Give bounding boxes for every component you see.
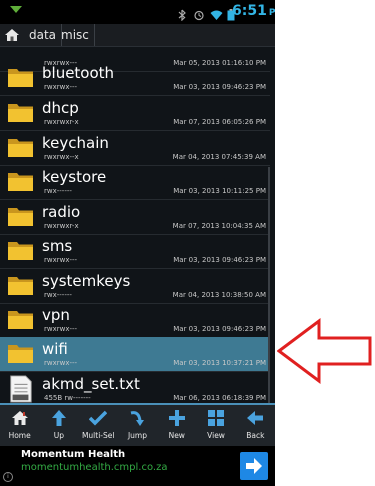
list-item[interactable]: keystore rwx------ Mar 03, 2013 10:11:25… [0, 165, 270, 200]
view-label: View [207, 431, 225, 440]
file-permissions: rwxrwx--- [44, 256, 78, 264]
list-item[interactable]: sms rwxrwx--- Mar 03, 2013 09:46:23 PM [0, 234, 270, 269]
ad-title[interactable]: Momentum Health [21, 449, 125, 460]
status-icons [176, 5, 239, 22]
file-permissions: 455B rw------- [44, 394, 91, 402]
list-item[interactable]: radio rwxrwxr-x Mar 07, 2013 10:04:35 AM [0, 200, 270, 235]
alarm-icon [193, 6, 205, 21]
file-name: vpn [42, 306, 70, 324]
list-item[interactable]: systemkeys rwx------ Mar 04, 2013 10:38:… [0, 269, 270, 304]
arrow-up-icon [51, 410, 66, 426]
clock-ampm: PM [268, 8, 275, 18]
file-date: Mar 03, 2013 09:46:23 PM [173, 325, 266, 333]
list-item[interactable]: bluetooth rwxrwx--- Mar 03, 2013 09:46:2… [0, 61, 270, 96]
ad-open-button[interactable] [240, 452, 268, 480]
folder-icon [8, 69, 33, 87]
file-date: Mar 06, 2013 06:18:39 PM [173, 394, 266, 402]
home-icon [11, 411, 28, 425]
file-permissions: rwxrwx--- [44, 359, 78, 367]
ad-url[interactable]: momentumhealth.cmpl.co.za [21, 462, 167, 473]
list-item[interactable]: dhcp rwxrwxr-x Mar 07, 2013 06:05:26 PM [0, 96, 270, 131]
folder-icon [8, 345, 33, 363]
bottom-toolbar: Home Up Multi-Sel Jump New View Back [0, 403, 275, 446]
clock-time: 6:51 [232, 3, 267, 19]
folder-icon [8, 173, 33, 191]
folder-icon [8, 311, 33, 329]
folder-icon [8, 208, 33, 226]
file-name: radio [42, 203, 81, 221]
folder-icon [8, 242, 33, 260]
file-permissions: rwxrwx--- [44, 325, 78, 333]
file-permissions: rwx------ [44, 291, 72, 299]
folder-icon [8, 277, 33, 295]
home-crumb-icon[interactable] [4, 27, 20, 43]
list-item[interactable]: vpn rwxrwx--- Mar 03, 2013 09:46:23 PM [0, 303, 270, 338]
up-label: Up [53, 431, 65, 440]
new-button[interactable]: New [157, 405, 196, 446]
file-list[interactable]: rwxrwx--- Mar 05, 2013 01:16:10 PM bluet… [0, 47, 275, 403]
notification-icon [10, 6, 22, 13]
file-permissions: rwx------ [44, 187, 72, 195]
file-date: Mar 03, 2013 10:11:25 PM [173, 187, 266, 195]
multi-select-button[interactable]: Multi-Sel [79, 405, 118, 446]
scrollbar[interactable] [268, 167, 270, 403]
multi-select-label: Multi-Sel [81, 431, 115, 440]
back-label: Back [246, 431, 265, 440]
jump-button[interactable]: Jump [118, 405, 157, 446]
file-permissions: rwxrwx--- [44, 83, 78, 91]
file-date: Mar 03, 2013 09:46:23 PM [173, 83, 266, 91]
arrow-right-icon [246, 458, 262, 474]
clock: 6:51PM [232, 3, 275, 19]
back-button[interactable]: Back [236, 405, 275, 446]
file-name: dhcp [42, 99, 79, 117]
folder-icon [8, 104, 33, 122]
status-bar: 6:51PM [0, 0, 275, 24]
jump-label: Jump [127, 431, 147, 440]
home-button[interactable]: Home [0, 405, 39, 446]
folder-icon [8, 139, 33, 157]
file-name: akmd_set.txt [42, 375, 140, 393]
list-item[interactable]: keychain rwxrwx--x Mar 04, 2013 07:45:39… [0, 131, 270, 166]
text-file-icon [10, 375, 32, 403]
file-name: sms [42, 237, 73, 255]
file-date: Mar 07, 2013 06:05:26 PM [173, 118, 266, 126]
file-name: systemkeys [42, 272, 131, 290]
ad-banner[interactable]: Momentum Health momentumhealth.cmpl.co.z… [0, 446, 275, 486]
checkmark-icon [89, 410, 108, 426]
breadcrumb: data misc [0, 24, 275, 47]
file-date: Mar 03, 2013 09:46:23 PM [173, 256, 266, 264]
file-name: bluetooth [42, 64, 115, 82]
file-date: Mar 04, 2013 10:38:50 AM [172, 291, 266, 299]
list-item[interactable]: akmd_set.txt 455B rw------- Mar 06, 2013… [0, 372, 270, 403]
view-button[interactable]: View [196, 405, 235, 446]
file-date: Mar 07, 2013 10:04:35 AM [172, 222, 266, 230]
annotation-arrow-icon [277, 318, 372, 384]
bluetooth-off-icon [176, 6, 188, 22]
file-permissions: rwxrwxr-x [44, 222, 79, 230]
file-name: wifi [42, 340, 68, 358]
file-permissions: rwxrwxr-x [44, 118, 79, 126]
plus-icon [168, 410, 185, 426]
ad-info-icon[interactable]: i [3, 472, 13, 482]
file-permissions: rwxrwx--x [44, 153, 79, 161]
phone-screen: 6:51PM data misc rwxrwx--- Mar 05, 2013 … [0, 0, 275, 486]
file-date: Mar 04, 2013 07:45:39 AM [172, 153, 266, 161]
file-name: keystore [42, 168, 107, 186]
up-button[interactable]: Up [39, 405, 78, 446]
grid-view-icon [208, 410, 225, 426]
file-date: Mar 03, 2013 10:37:21 PM [173, 359, 266, 367]
list-item-selected[interactable]: wifi rwxrwx--- Mar 03, 2013 10:37:21 PM [0, 337, 270, 372]
arrow-left-icon [247, 411, 264, 425]
wifi-icon [210, 6, 223, 20]
breadcrumb-misc[interactable]: misc [56, 24, 95, 46]
file-name: keychain [42, 134, 109, 152]
jump-arrow-icon [131, 411, 145, 426]
new-label: New [168, 431, 185, 440]
home-label: Home [8, 431, 31, 440]
